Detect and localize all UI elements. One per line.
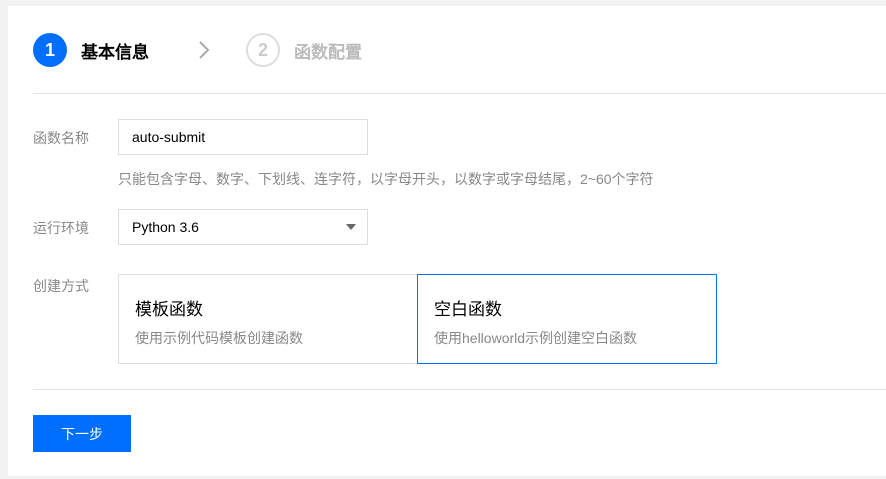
blank-function-card[interactable]: 空白函数 使用helloworld示例创建空白函数 <box>417 274 717 364</box>
card-description: 使用helloworld示例创建空白函数 <box>434 330 638 346</box>
step-number: 2 <box>246 33 280 67</box>
runtime-select[interactable]: Python 3.6 <box>118 209 368 245</box>
function-name-input[interactable]: auto-submit <box>118 119 368 155</box>
create-method-label: 创建方式 <box>33 278 89 294</box>
caret-down-icon <box>346 224 356 230</box>
step-indicator: 1 基本信息 2 函数配置 <box>33 33 633 67</box>
template-function-card[interactable]: 模板函数 使用示例代码模板创建函数 <box>118 274 418 364</box>
create-method-options: 模板函数 使用示例代码模板创建函数 空白函数 使用helloworld示例创建空… <box>118 274 717 364</box>
form-panel: 1 基本信息 2 函数配置 函数名称 auto-submit 只能包含字母、数字… <box>8 6 886 476</box>
divider <box>33 389 886 390</box>
function-name-hint: 只能包含字母、数字、下划线、连字符，以字母开头，以数字或字母结尾，2~60个字符 <box>118 171 654 187</box>
next-step-button[interactable]: 下一步 <box>33 415 131 452</box>
function-name-value: auto-submit <box>132 129 206 145</box>
runtime-value: Python 3.6 <box>132 219 199 235</box>
step-label: 基本信息 <box>81 42 149 62</box>
card-description: 使用示例代码模板创建函数 <box>135 330 303 346</box>
function-name-label: 函数名称 <box>33 130 89 146</box>
card-title: 空白函数 <box>434 300 502 319</box>
divider <box>33 93 886 94</box>
step-label: 函数配置 <box>294 42 362 62</box>
runtime-label: 运行环境 <box>33 220 89 236</box>
step-function-config: 2 函数配置 <box>246 33 362 67</box>
card-title: 模板函数 <box>135 300 203 319</box>
chevron-right-icon <box>199 41 210 59</box>
step-number: 1 <box>33 33 67 67</box>
step-basic-info: 1 基本信息 <box>33 33 149 67</box>
